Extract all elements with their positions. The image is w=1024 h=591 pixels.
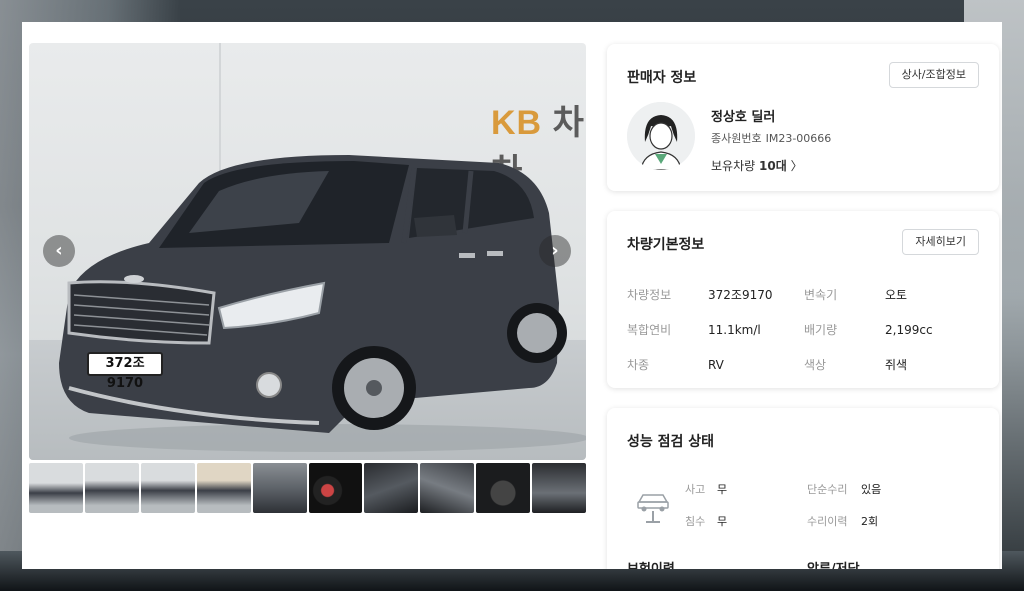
chevron-right-icon: 〉: [790, 159, 803, 173]
seizure-mortgage-title: 압류/저당: [807, 558, 860, 569]
thumbnail[interactable]: [252, 463, 307, 513]
thumbnail[interactable]: [364, 463, 419, 513]
thumbnail[interactable]: [420, 463, 475, 513]
spec-row: 차종 RV 색상 쥐색: [627, 357, 908, 373]
thumbnail[interactable]: [532, 463, 587, 513]
chevron-left-icon: ‹: [55, 240, 63, 261]
license-plate: 372조 9170: [87, 352, 163, 391]
insurance-history-title: 보험이력: [627, 558, 675, 569]
thumbnail[interactable]: [29, 463, 83, 513]
prev-photo-button[interactable]: ‹: [43, 235, 75, 267]
main-car-photo[interactable]: KB 차차: [29, 43, 586, 460]
spec-row: 복합연비 11.1km/l 배기량 2,199cc: [627, 322, 933, 338]
performance-check-card: 성능 점검 상태 사고 무 단순수리 있음 침수 무 수리이력 2회 보험이력 …: [607, 408, 999, 569]
car-lift-icon: [637, 494, 669, 523]
dealer-employee-number: 종사원번호 IM23-00666: [711, 132, 832, 145]
seller-info-title: 판매자 정보: [627, 70, 697, 86]
car-image: [59, 155, 586, 452]
thumbnail[interactable]: [308, 463, 363, 513]
performance-row: 사고 무 단순수리 있음: [685, 483, 882, 496]
basic-info-title: 차량기본정보: [627, 237, 705, 253]
performance-title: 성능 점검 상태: [627, 434, 715, 450]
dealer-association-button[interactable]: 상사/조합정보: [888, 62, 979, 88]
next-photo-button[interactable]: ›: [539, 235, 571, 267]
performance-row: 침수 무 수리이력 2회: [685, 515, 879, 528]
spec-grid: 차량정보 372조9170 변속기 오토 복합연비 11.1km/l 배기량 2…: [627, 277, 987, 382]
thumbnail[interactable]: [84, 463, 139, 513]
thumbnail-strip: [29, 463, 587, 513]
thumbnail[interactable]: [196, 463, 251, 513]
thumbnail[interactable]: [140, 463, 195, 513]
seller-info-card: 판매자 정보 상사/조합정보 정상호 딜러 종사원번호 IM23-00666 보유…: [607, 44, 999, 191]
view-details-button[interactable]: 자세히보기: [902, 229, 979, 255]
dealer-name: 정상호 딜러: [711, 110, 776, 125]
thumbnail[interactable]: [476, 463, 531, 513]
chevron-right-icon: ›: [551, 240, 559, 261]
vehicle-basic-info-card: 차량기본정보 자세히보기 차량정보 372조9170 변속기 오토 복합연비 1…: [607, 211, 999, 388]
spec-row: 차량정보 372조9170 변속기 오토: [627, 288, 908, 302]
person-icon: [627, 102, 695, 170]
dealer-avatar: [627, 102, 695, 170]
detail-panel: KB 차차: [22, 22, 1002, 569]
dealer-car-count-link[interactable]: 보유차량 10대 〉: [711, 157, 803, 174]
